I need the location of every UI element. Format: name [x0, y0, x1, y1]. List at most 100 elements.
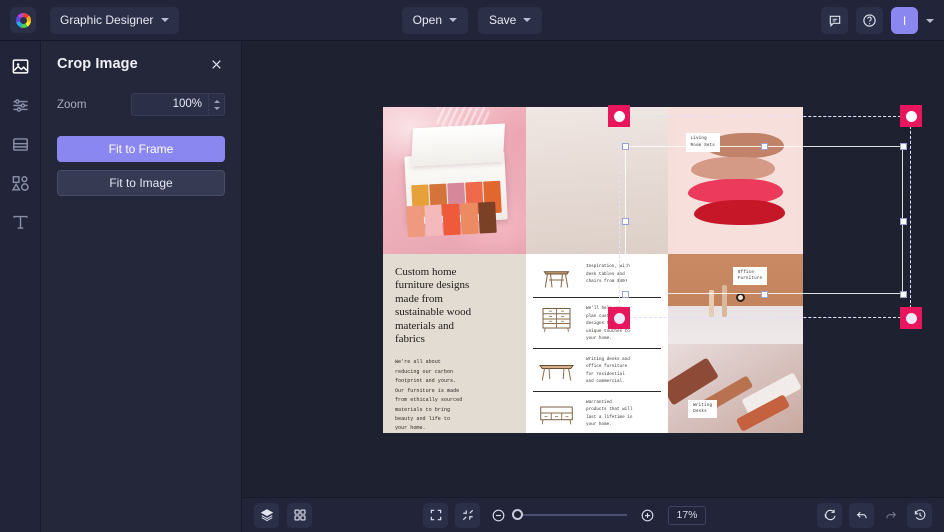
- document-name-label: Graphic Designer: [60, 13, 153, 27]
- undo-icon: [855, 508, 869, 522]
- save-button[interactable]: Save: [478, 7, 542, 34]
- reset-button[interactable]: [817, 503, 842, 528]
- zoom-out-button[interactable]: [486, 503, 511, 528]
- crop-handle-dot: [614, 111, 625, 122]
- lipstick-swatch-photo[interactable]: Living Room Sets: [668, 107, 803, 254]
- zoom-row: Zoom 100%: [57, 93, 225, 116]
- redo-icon: [884, 508, 898, 522]
- history-button[interactable]: [907, 503, 932, 528]
- collapse-button[interactable]: [455, 503, 480, 528]
- compact-powder: [736, 293, 745, 302]
- headline-text: Custom home furniture designs made from …: [395, 266, 516, 346]
- sidebar-item-shapes-tool[interactable]: [7, 170, 33, 196]
- list-item[interactable]: Warrantied products that will last a lif…: [533, 391, 661, 433]
- image-handle-tl[interactable]: [622, 143, 629, 150]
- image-handle-bl[interactable]: [622, 291, 629, 298]
- sliders-icon: [11, 96, 30, 115]
- zoom-input[interactable]: 100%: [131, 93, 209, 116]
- eyeshadow-pan: [443, 204, 461, 236]
- account-actions: I: [821, 7, 934, 34]
- help-button[interactable]: [856, 7, 883, 34]
- list-item[interactable]: We'll help you plan custom designs to ad…: [533, 297, 661, 348]
- palette-lid: [411, 124, 504, 167]
- avatar[interactable]: I: [891, 7, 918, 34]
- open-button[interactable]: Open: [402, 7, 468, 34]
- stepper-down-icon[interactable]: [214, 107, 220, 110]
- app-logo[interactable]: [10, 7, 36, 33]
- sidebar-item-adjust-tool[interactable]: [7, 92, 33, 118]
- dresser-sketch-icon: [533, 304, 580, 334]
- image-handle-tc[interactable]: [761, 143, 768, 150]
- zoom-in-button[interactable]: [635, 503, 660, 528]
- zoom-stepper-arrows[interactable]: [209, 93, 225, 116]
- collapse-icon: [461, 508, 475, 522]
- crop-handle-dot: [906, 111, 917, 122]
- tool-rail: [0, 41, 41, 532]
- crop-handle-bottom-left[interactable]: [608, 307, 630, 329]
- headline-block[interactable]: Custom home furniture designs made from …: [383, 254, 526, 433]
- chevron-down-icon: [523, 18, 531, 22]
- fit-screen-button[interactable]: [423, 503, 448, 528]
- app-root: Graphic Designer Open Save: [0, 0, 944, 532]
- page-title: Crop Image: [57, 56, 138, 72]
- crop-handle-top-right[interactable]: [900, 105, 922, 127]
- furniture-list[interactable]: Inspiration, with desk tables and chairs…: [526, 254, 668, 433]
- layers-button[interactable]: [254, 503, 279, 528]
- grid-button[interactable]: [287, 503, 312, 528]
- chevron-down-icon: [161, 18, 169, 22]
- comment-icon: [828, 14, 842, 28]
- sideboard-sketch-icon: [533, 398, 580, 428]
- open-label: Open: [413, 13, 442, 27]
- crop-image-panel: Crop Image Zoom 100% Fit to Frame Fit to…: [41, 41, 242, 532]
- reset-icon: [823, 508, 837, 522]
- mid-top-photo[interactable]: [526, 107, 668, 254]
- sidebar-item-layout-tool[interactable]: [7, 131, 33, 157]
- top-toolbar: Graphic Designer Open Save: [0, 0, 944, 41]
- fit-to-frame-button[interactable]: Fit to Frame: [57, 136, 225, 162]
- list-item[interactable]: Inspiration, with desk tables and chairs…: [533, 260, 661, 297]
- writing-desks-photo[interactable]: Writing Desks: [668, 344, 803, 434]
- file-actions: Open Save: [387, 7, 557, 34]
- stepper-up-icon[interactable]: [214, 100, 220, 103]
- image-handle-mr[interactable]: [900, 218, 907, 225]
- crop-handle-dot: [906, 313, 917, 324]
- fit-screen-icon: [429, 508, 443, 522]
- list-item[interactable]: Writing desks and office furniture for r…: [533, 348, 661, 391]
- undo-button[interactable]: [849, 503, 874, 528]
- account-chevron-down-icon[interactable]: [926, 19, 934, 23]
- zoom-slider[interactable]: [517, 514, 627, 516]
- palette-photo[interactable]: [383, 107, 526, 254]
- canvas-viewport[interactable]: Living Room Sets Custom home furniture d…: [242, 41, 944, 497]
- sidebar-item-text-tool[interactable]: [7, 209, 33, 235]
- fit-to-image-button[interactable]: Fit to Image: [57, 170, 225, 196]
- artboard[interactable]: Living Room Sets Custom home furniture d…: [383, 107, 803, 433]
- zoom-stepper: 100%: [131, 93, 225, 116]
- image-handle-br[interactable]: [900, 291, 907, 298]
- redo-button[interactable]: [878, 503, 903, 528]
- bottom-toolbar: 17%: [242, 497, 944, 532]
- document-name-dropdown[interactable]: Graphic Designer: [50, 7, 179, 34]
- tag-office-furniture: Office Furniture: [733, 267, 767, 285]
- close-icon: [210, 58, 223, 71]
- crop-handle-top-left[interactable]: [608, 105, 630, 127]
- crop-handle-dot: [614, 313, 625, 324]
- desk-sketch-icon: [533, 355, 580, 385]
- office-furniture-photo[interactable]: Office Furniture: [668, 254, 803, 344]
- sidebar-item-image-tool[interactable]: [7, 53, 33, 79]
- tag-living-room: Living Room Sets: [686, 133, 720, 151]
- tag-writing-desks: Writing Desks: [688, 400, 717, 418]
- color-wheel-logo-icon: [16, 13, 31, 28]
- layout-icon: [11, 135, 30, 154]
- close-panel-button[interactable]: [207, 55, 225, 73]
- eyeshadow-pan: [479, 202, 497, 234]
- zoom-slider-knob[interactable]: [512, 509, 523, 520]
- image-handle-bc[interactable]: [761, 291, 768, 298]
- list-item-text: Inspiration, with desk tables and chairs…: [586, 262, 630, 286]
- crop-handle-bottom-right[interactable]: [900, 307, 922, 329]
- text-icon: [11, 213, 30, 232]
- image-handle-tr[interactable]: [900, 143, 907, 150]
- image-handle-ml[interactable]: [622, 218, 629, 225]
- palette-pans-bottom: [407, 202, 497, 237]
- zoom-level-value[interactable]: 17%: [668, 506, 706, 525]
- comments-button[interactable]: [821, 7, 848, 34]
